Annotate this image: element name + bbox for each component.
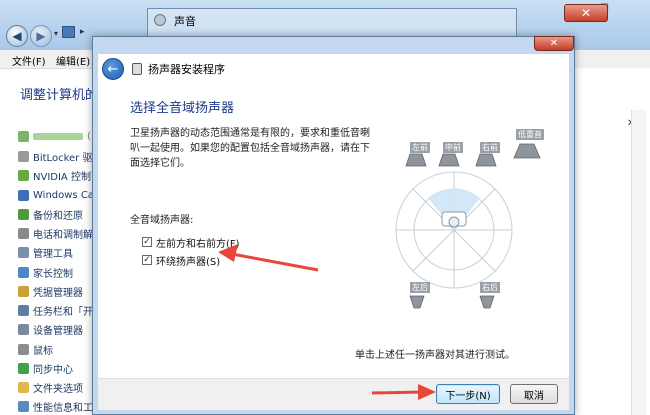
arrow-to-checkbox-icon — [218, 244, 319, 272]
annotation-arrows — [218, 244, 436, 400]
arrow-to-next-icon — [371, 384, 436, 400]
